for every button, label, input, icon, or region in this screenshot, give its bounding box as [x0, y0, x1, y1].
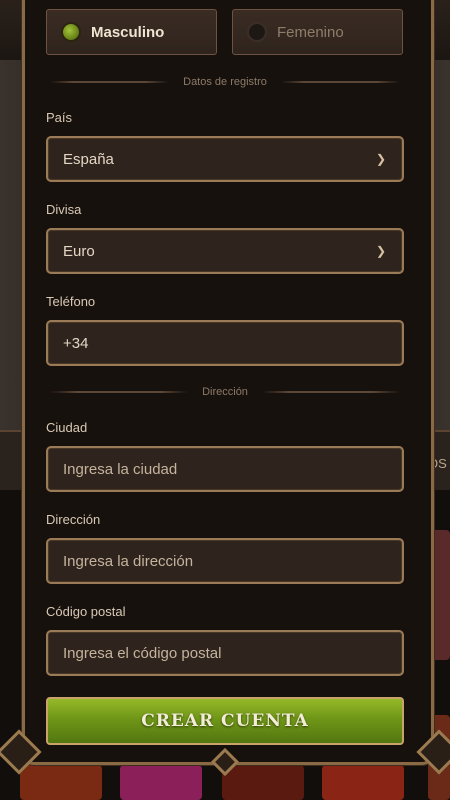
background-game-tile	[322, 765, 404, 800]
radio-selected-icon	[61, 22, 81, 42]
gender-option-label: Femenino	[277, 23, 344, 41]
currency-value: Euro	[63, 242, 95, 260]
phone-label: Teléfono	[46, 294, 96, 309]
city-input[interactable]: Ingresa la ciudad	[46, 446, 404, 492]
create-account-button[interactable]: CREAR CUENTA	[46, 697, 404, 745]
postal-code-input[interactable]: Ingresa el código postal	[46, 630, 404, 676]
postal-code-label: Código postal	[46, 604, 126, 619]
divider-line	[280, 81, 401, 83]
section-divider-address: Dirección	[50, 384, 401, 400]
country-select[interactable]: España ❯︎	[46, 136, 404, 182]
background-game-tile	[222, 765, 304, 800]
create-account-label: CREAR CUENTA	[141, 711, 309, 731]
radio-unselected-icon	[247, 22, 267, 42]
address-input[interactable]: Ingresa la dirección	[46, 538, 404, 584]
background-game-tile	[20, 765, 102, 800]
address-placeholder: Ingresa la dirección	[63, 552, 194, 570]
gender-option-male[interactable]: Masculino	[46, 9, 217, 55]
phone-value: +34	[63, 334, 89, 352]
country-label: País	[46, 110, 73, 125]
chevron-down-icon: ❯︎	[375, 152, 386, 166]
section-divider-registration: Datos de registro	[50, 74, 401, 90]
divider-line	[50, 391, 189, 393]
city-label: Ciudad	[46, 420, 88, 435]
phone-input[interactable]: +34	[46, 320, 404, 366]
divider-line	[50, 81, 170, 83]
country-value: España	[63, 150, 114, 168]
postal-code-placeholder: Ingresa el código postal	[63, 644, 222, 662]
currency-select[interactable]: Euro ❯︎	[46, 228, 404, 274]
currency-label: Divisa	[46, 202, 82, 217]
divider-line	[261, 391, 401, 393]
address-label: Dirección	[46, 512, 101, 527]
gender-option-label: Masculino	[91, 23, 165, 41]
gender-option-female[interactable]: Femenino	[232, 9, 403, 55]
section-title: Datos de registro	[183, 76, 267, 88]
background-game-tile	[120, 765, 202, 800]
city-placeholder: Ingresa la ciudad	[63, 460, 178, 478]
chevron-down-icon: ❯︎	[375, 244, 386, 258]
section-title: Dirección	[202, 386, 248, 398]
